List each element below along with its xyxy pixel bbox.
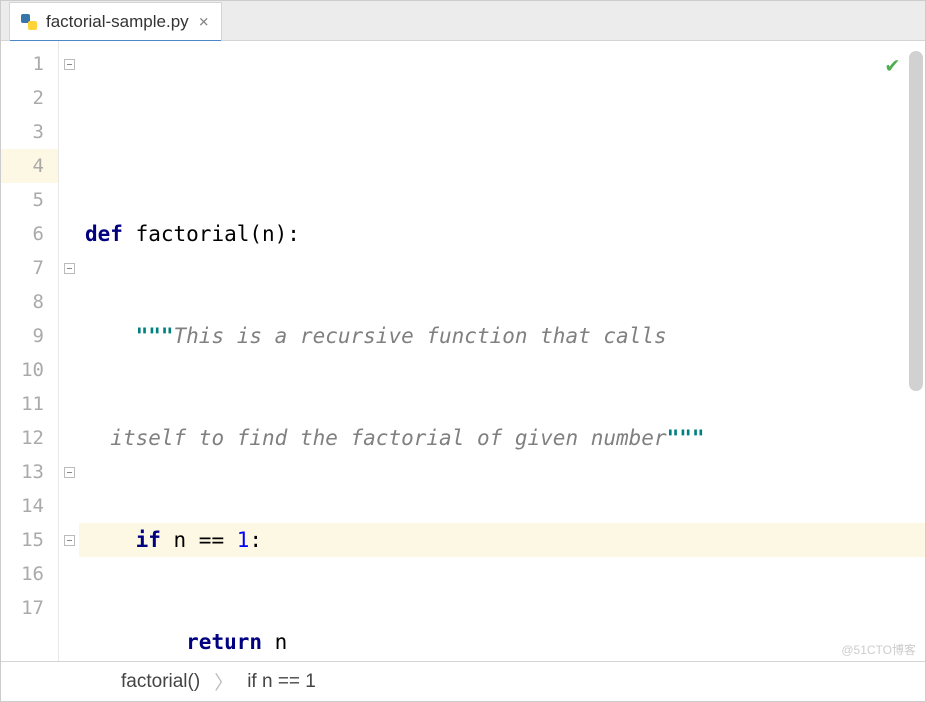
checkmark-icon: ✔ [886,49,899,83]
file-tab[interactable]: factorial-sample.py × [9,2,222,40]
tab-filename: factorial-sample.py [46,12,189,32]
breadcrumb-item[interactable]: if n == 1 [247,671,316,693]
lineno: 8 [1,285,58,319]
lineno: 3 [1,115,58,149]
close-icon[interactable]: × [197,12,211,32]
lineno: 10 [1,353,58,387]
lineno: 9 [1,319,58,353]
fold-icon[interactable] [64,59,75,70]
code-area[interactable]: ✔ def factorial(n): """This is a recursi… [79,41,925,661]
code-line[interactable]: def factorial(n): [79,217,925,251]
editor[interactable]: 1 2 3 4 5 6 7 8 9 10 11 12 13 14 15 16 1… [1,41,925,661]
fold-icon[interactable] [64,263,75,274]
scrollbar[interactable] [909,51,923,651]
breadcrumb-item[interactable]: factorial() [121,671,200,693]
lineno: 17 [1,591,58,625]
lineno: 7 [1,251,58,285]
lineno: 16 [1,557,58,591]
lineno: 15 [1,523,58,557]
code-line[interactable]: return n [79,625,925,659]
lineno: 11 [1,387,58,421]
tab-bar: factorial-sample.py × [1,1,925,41]
lineno: 4 [1,149,58,183]
lineno: 14 [1,489,58,523]
gutter: 1 2 3 4 5 6 7 8 9 10 11 12 13 14 15 16 1… [1,41,59,661]
watermark: @51CTO博客 [841,641,916,658]
lineno: 2 [1,81,58,115]
code-line[interactable]: if n == 1: [79,523,925,557]
chevron-right-icon: 〉 [214,668,233,695]
fold-icon[interactable] [64,467,75,478]
lineno: 6 [1,217,58,251]
code-line[interactable]: itself to find the factorial of given nu… [79,421,925,455]
breadcrumb[interactable]: factorial() 〉 if n == 1 [1,661,925,701]
code-line[interactable]: """This is a recursive function that cal… [79,319,925,353]
lineno: 5 [1,183,58,217]
python-file-icon [20,13,38,31]
fold-column [59,41,79,661]
lineno: 13 [1,455,58,489]
lineno: 1 [1,47,58,81]
lineno: 12 [1,421,58,455]
fold-icon[interactable] [64,535,75,546]
